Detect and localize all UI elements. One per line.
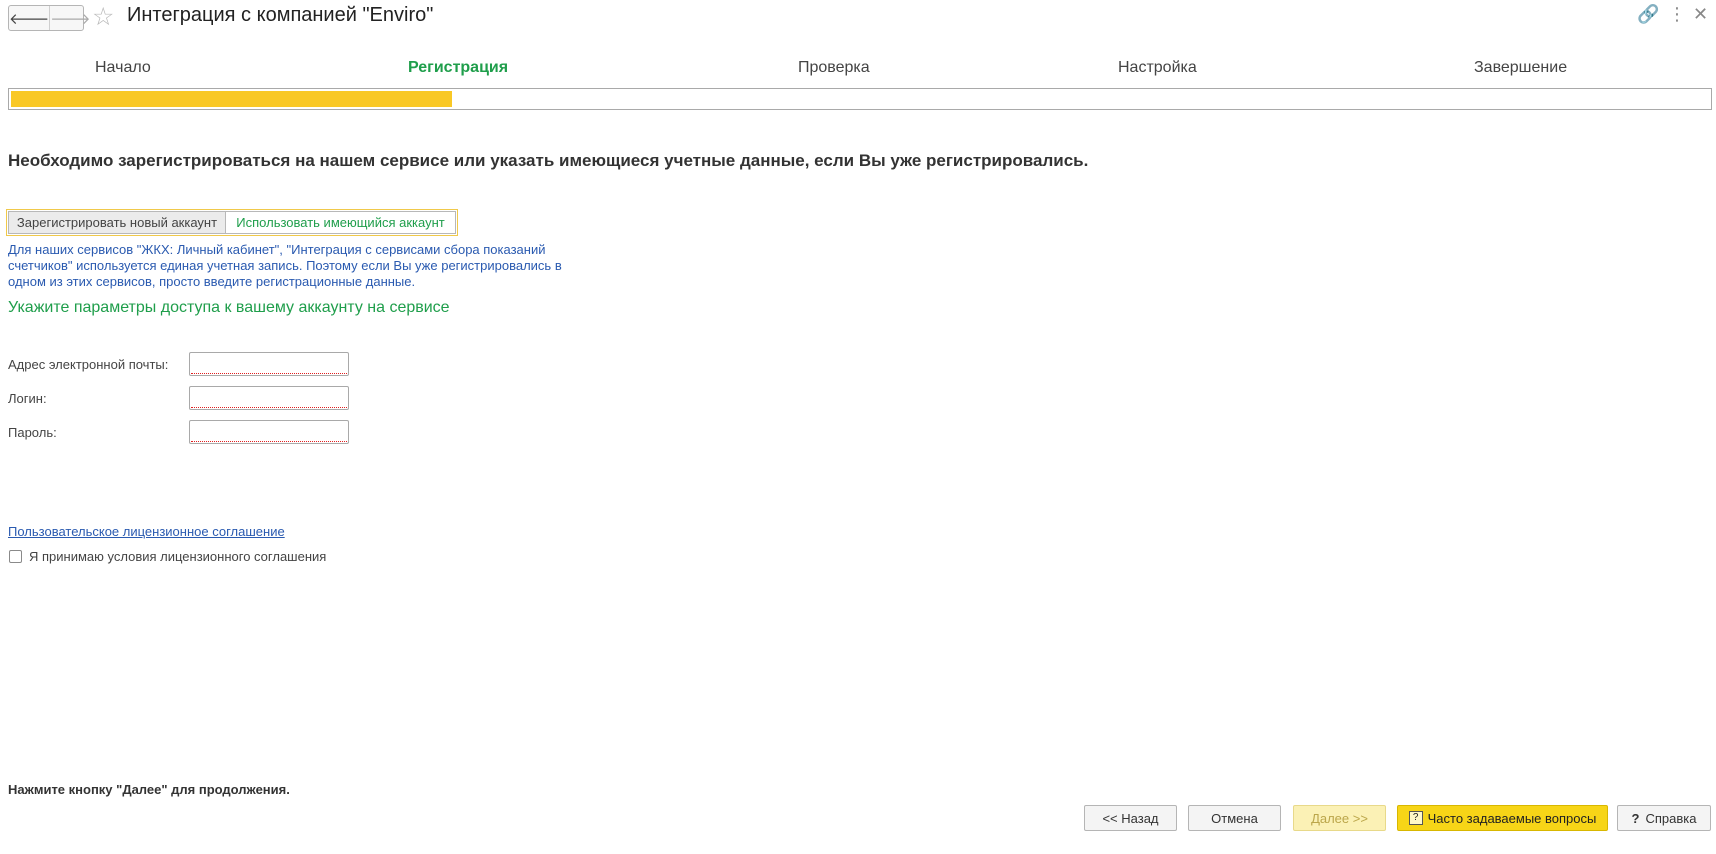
accept-license-label: Я принимаю условия лицензионного соглаше… (29, 549, 327, 564)
faq-button[interactable]: ? Часто задаваемые вопросы (1397, 805, 1608, 831)
cancel-button[interactable]: Отмена (1188, 805, 1281, 831)
accept-license-row[interactable]: Я принимаю условия лицензионного соглаше… (9, 549, 326, 564)
info-text: Для наших сервисов "ЖКХ: Личный кабинет"… (8, 242, 562, 289)
forward-arrow-icon[interactable]: 🡒 (49, 6, 90, 30)
help-button[interactable]: ? Справка (1617, 805, 1711, 831)
email-required-marker (191, 373, 347, 374)
favorite-star-icon[interactable]: ☆ (92, 2, 114, 32)
license-agreement-link[interactable]: Пользовательское лицензионное соглашение (8, 524, 285, 539)
step-start: Начало (95, 59, 151, 76)
close-icon[interactable]: ✕ (1693, 4, 1708, 25)
help-button-label: Справка (1645, 810, 1697, 826)
accept-license-checkbox[interactable] (9, 550, 22, 563)
next-button[interactable]: Далее >> (1293, 805, 1386, 831)
login-required-marker (191, 407, 347, 408)
password-label: Пароль: (8, 425, 57, 440)
progress-bar-fill (11, 91, 452, 107)
history-nav: 🡐 🡒 (8, 5, 90, 31)
password-required-marker (191, 441, 347, 442)
account-mode-toggle: Зарегистрировать новый аккаунт Использов… (6, 209, 458, 236)
faq-question-icon: ? (1408, 811, 1423, 825)
progress-bar (8, 88, 1712, 110)
step-setup: Настройка (1118, 59, 1197, 76)
more-menu-icon[interactable]: ⋮ (1668, 4, 1686, 25)
login-label: Логин: (8, 391, 47, 406)
faq-button-label: Часто задаваемые вопросы (1427, 810, 1597, 826)
page-heading: Необходимо зарегистрироваться на нашем с… (8, 151, 1089, 170)
window-title: Интеграция с компанией "Enviro" (127, 4, 434, 26)
step-registration: Регистрация (408, 59, 509, 76)
back-button[interactable]: << Назад (1084, 805, 1177, 831)
use-existing-account-button[interactable]: Использовать имеющийся аккаунт (226, 211, 456, 234)
link-icon[interactable]: 🔗 (1637, 4, 1659, 25)
step-finish: Завершение (1474, 59, 1568, 76)
back-arrow-icon[interactable]: 🡐 (9, 6, 49, 30)
help-question-icon: ? (1631, 810, 1640, 826)
footer-hint: Нажмите кнопку "Далее" для продолжения. (8, 782, 290, 797)
access-params-heading: Укажите параметры доступа к вашему аккау… (8, 299, 450, 316)
email-label: Адрес электронной почты: (8, 357, 169, 372)
register-new-account-button[interactable]: Зарегистрировать новый аккаунт (8, 211, 226, 234)
wizard-window: 🡐 🡒 ☆ Интеграция с компанией "Enviro" 🔗 … (0, 0, 1716, 854)
step-check: Проверка (798, 59, 870, 76)
